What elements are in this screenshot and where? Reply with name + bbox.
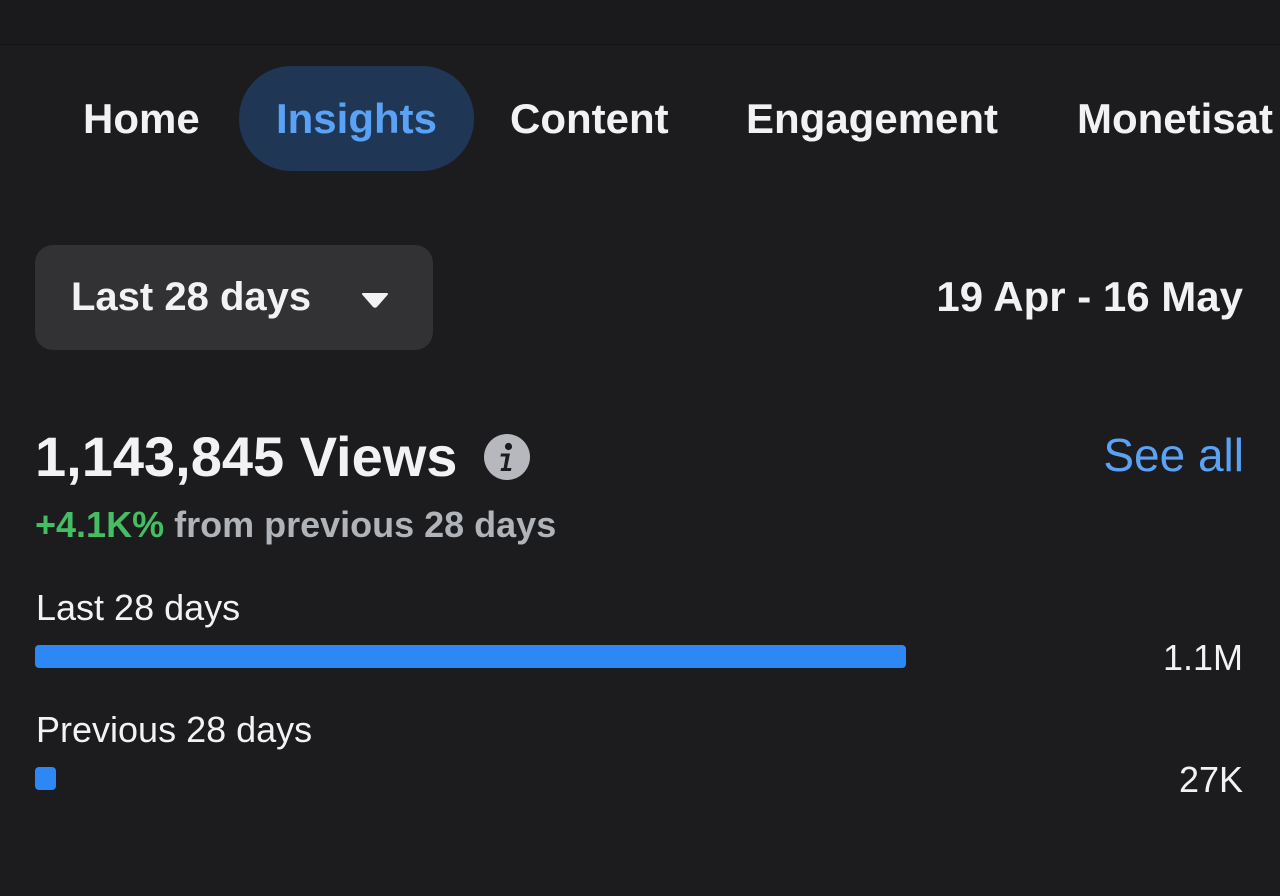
change-description: from previous 28 days — [174, 504, 557, 545]
caret-down-icon — [362, 293, 388, 308]
date-range-dropdown[interactable]: Last 28 days — [35, 245, 433, 350]
tab-home[interactable]: Home — [83, 66, 200, 171]
see-all-link[interactable]: See all — [1103, 426, 1244, 484]
change-percent: +4.1K% — [35, 504, 165, 545]
bar-label-current: Last 28 days — [36, 587, 241, 628]
tab-engagement[interactable]: Engagement — [746, 66, 998, 171]
bar-value-current: 1.1M — [1162, 637, 1243, 678]
bar-label-previous: Previous 28 days — [36, 709, 313, 750]
bar-previous — [35, 767, 56, 790]
views-header: 1,143,845 Views — [35, 422, 530, 492]
date-range-text: 19 Apr - 16 May — [936, 273, 1243, 320]
views-count: 1,143,845 Views — [35, 425, 458, 488]
bar-current — [35, 645, 906, 668]
tab-content[interactable]: Content — [510, 66, 669, 171]
date-range-dropdown-label: Last 28 days — [71, 275, 312, 319]
top-bar — [0, 0, 1280, 45]
tab-insights[interactable]: Insights — [239, 66, 474, 171]
views-change: +4.1K% from previous 28 days — [35, 503, 556, 547]
nav-tabs: Home Insights Content Engagement Monetis… — [0, 66, 1280, 171]
info-icon[interactable] — [483, 434, 530, 480]
tab-monetisation[interactable]: Monetisat — [1077, 66, 1273, 171]
bar-track-previous — [35, 767, 906, 790]
bar-track-current — [35, 645, 906, 668]
bar-value-previous: 27K — [1178, 759, 1243, 800]
